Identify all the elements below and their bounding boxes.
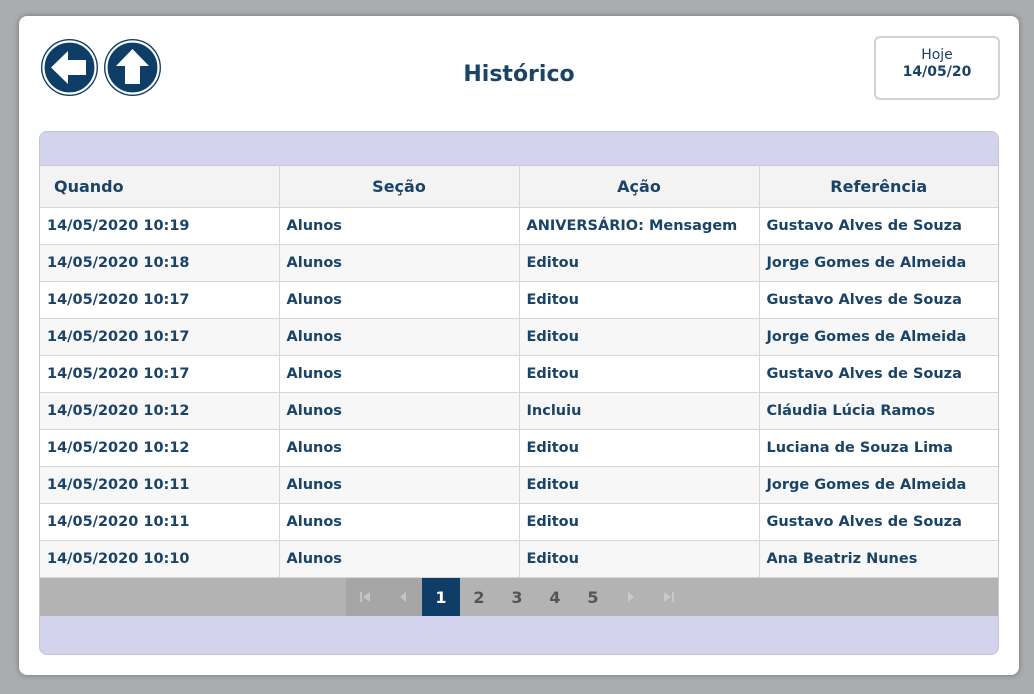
cell-quando: 14/05/2020 10:10: [40, 540, 280, 578]
table-row[interactable]: 14/05/2020 10:10 Alunos Editou Ana Beatr…: [40, 540, 998, 578]
cell-referencia: Jorge Gomes de Almeida: [758, 318, 998, 356]
cell-secao: Alunos: [278, 540, 520, 578]
cell-referencia: Gustavo Alves de Souza: [758, 503, 998, 541]
cell-quando: 14/05/2020 10:12: [40, 429, 280, 467]
page-button-1[interactable]: 1: [422, 578, 460, 616]
table-row[interactable]: 14/05/2020 10:18 Alunos Editou Jorge Gom…: [40, 244, 998, 282]
cell-secao: Alunos: [278, 355, 520, 393]
cell-quando: 14/05/2020 10:17: [40, 355, 280, 393]
cell-secao: Alunos: [278, 466, 520, 504]
column-header-quando[interactable]: Quando: [40, 165, 280, 208]
cell-secao: Alunos: [278, 392, 520, 430]
table-row[interactable]: 14/05/2020 10:12 Alunos Editou Luciana d…: [40, 429, 998, 467]
table-row[interactable]: 14/05/2020 10:17 Alunos Editou Jorge Gom…: [40, 318, 998, 356]
cell-secao: Alunos: [278, 503, 520, 541]
cell-quando: 14/05/2020 10:12: [40, 392, 280, 430]
last-page-button[interactable]: [650, 578, 688, 616]
cell-referencia: Ana Beatriz Nunes: [758, 540, 998, 578]
cell-acao: Editou: [518, 281, 760, 319]
cell-referencia: Jorge Gomes de Almeida: [758, 466, 998, 504]
prev-page-button[interactable]: [384, 578, 422, 616]
today-label: Hoje: [921, 47, 953, 63]
table-row[interactable]: 14/05/2020 10:17 Alunos Editou Gustavo A…: [40, 355, 998, 393]
history-panel: Quando Seção Ação Referência 14/05/2020 …: [39, 131, 999, 655]
next-page-button[interactable]: [612, 578, 650, 616]
cell-quando: 14/05/2020 10:11: [40, 466, 280, 504]
cell-quando: 14/05/2020 10:19: [40, 207, 280, 245]
cell-acao: Editou: [518, 318, 760, 356]
cell-quando: 14/05/2020 10:11: [40, 503, 280, 541]
cell-secao: Alunos: [278, 429, 520, 467]
history-window: Histórico Hoje 14/05/20 Quando Seção Açã…: [19, 16, 1019, 675]
table-row[interactable]: 14/05/2020 10:17 Alunos Editou Gustavo A…: [40, 281, 998, 319]
page-button-5[interactable]: 5: [574, 578, 612, 616]
next-page-icon: [628, 592, 634, 602]
cell-referencia: Gustavo Alves de Souza: [758, 281, 998, 319]
cell-secao: Alunos: [278, 318, 520, 356]
today-date-box: Hoje 14/05/20: [874, 36, 1000, 100]
cell-acao: Editou: [518, 466, 760, 504]
column-header-acao[interactable]: Ação: [518, 165, 760, 208]
cell-referencia: Gustavo Alves de Souza: [758, 355, 998, 393]
cell-acao: Editou: [518, 540, 760, 578]
cell-quando: 14/05/2020 10:17: [40, 318, 280, 356]
cell-quando: 14/05/2020 10:18: [40, 244, 280, 282]
cell-secao: Alunos: [278, 281, 520, 319]
cell-referencia: Jorge Gomes de Almeida: [758, 244, 998, 282]
table-header-row: Quando Seção Ação Referência: [40, 165, 998, 208]
cell-acao: Editou: [518, 429, 760, 467]
cell-referencia: Luciana de Souza Lima: [758, 429, 998, 467]
column-header-referencia[interactable]: Referência: [758, 165, 998, 208]
table-row[interactable]: 14/05/2020 10:12 Alunos Incluiu Cláudia …: [40, 392, 998, 430]
pagination-bar: 1 2 3 4 5: [40, 578, 998, 616]
history-table: Quando Seção Ação Referência 14/05/2020 …: [40, 165, 998, 578]
cell-referencia: Gustavo Alves de Souza: [758, 207, 998, 245]
table-row[interactable]: 14/05/2020 10:11 Alunos Editou Gustavo A…: [40, 503, 998, 541]
last-page-icon: [664, 592, 674, 602]
page-button-2[interactable]: 2: [460, 578, 498, 616]
page-button-3[interactable]: 3: [498, 578, 536, 616]
pagination-controls: 1 2 3 4 5: [346, 578, 688, 616]
cell-acao: Editou: [518, 244, 760, 282]
cell-acao: ANIVERSÁRIO: Mensagem: [518, 207, 760, 245]
cell-secao: Alunos: [278, 244, 520, 282]
first-page-icon: [360, 592, 370, 602]
first-page-button[interactable]: [346, 578, 384, 616]
cell-quando: 14/05/2020 10:17: [40, 281, 280, 319]
today-date: 14/05/20: [902, 64, 972, 80]
page-title: Histórico: [463, 62, 575, 87]
table-row[interactable]: 14/05/2020 10:19 Alunos ANIVERSÁRIO: Men…: [40, 207, 998, 245]
cell-referencia: Cláudia Lúcia Ramos: [758, 392, 998, 430]
prev-page-icon: [400, 592, 406, 602]
cell-acao: Incluiu: [518, 392, 760, 430]
table-row[interactable]: 14/05/2020 10:11 Alunos Editou Jorge Gom…: [40, 466, 998, 504]
cell-acao: Editou: [518, 355, 760, 393]
page-button-4[interactable]: 4: [536, 578, 574, 616]
column-header-secao[interactable]: Seção: [278, 165, 520, 208]
cell-acao: Editou: [518, 503, 760, 541]
cell-secao: Alunos: [278, 207, 520, 245]
